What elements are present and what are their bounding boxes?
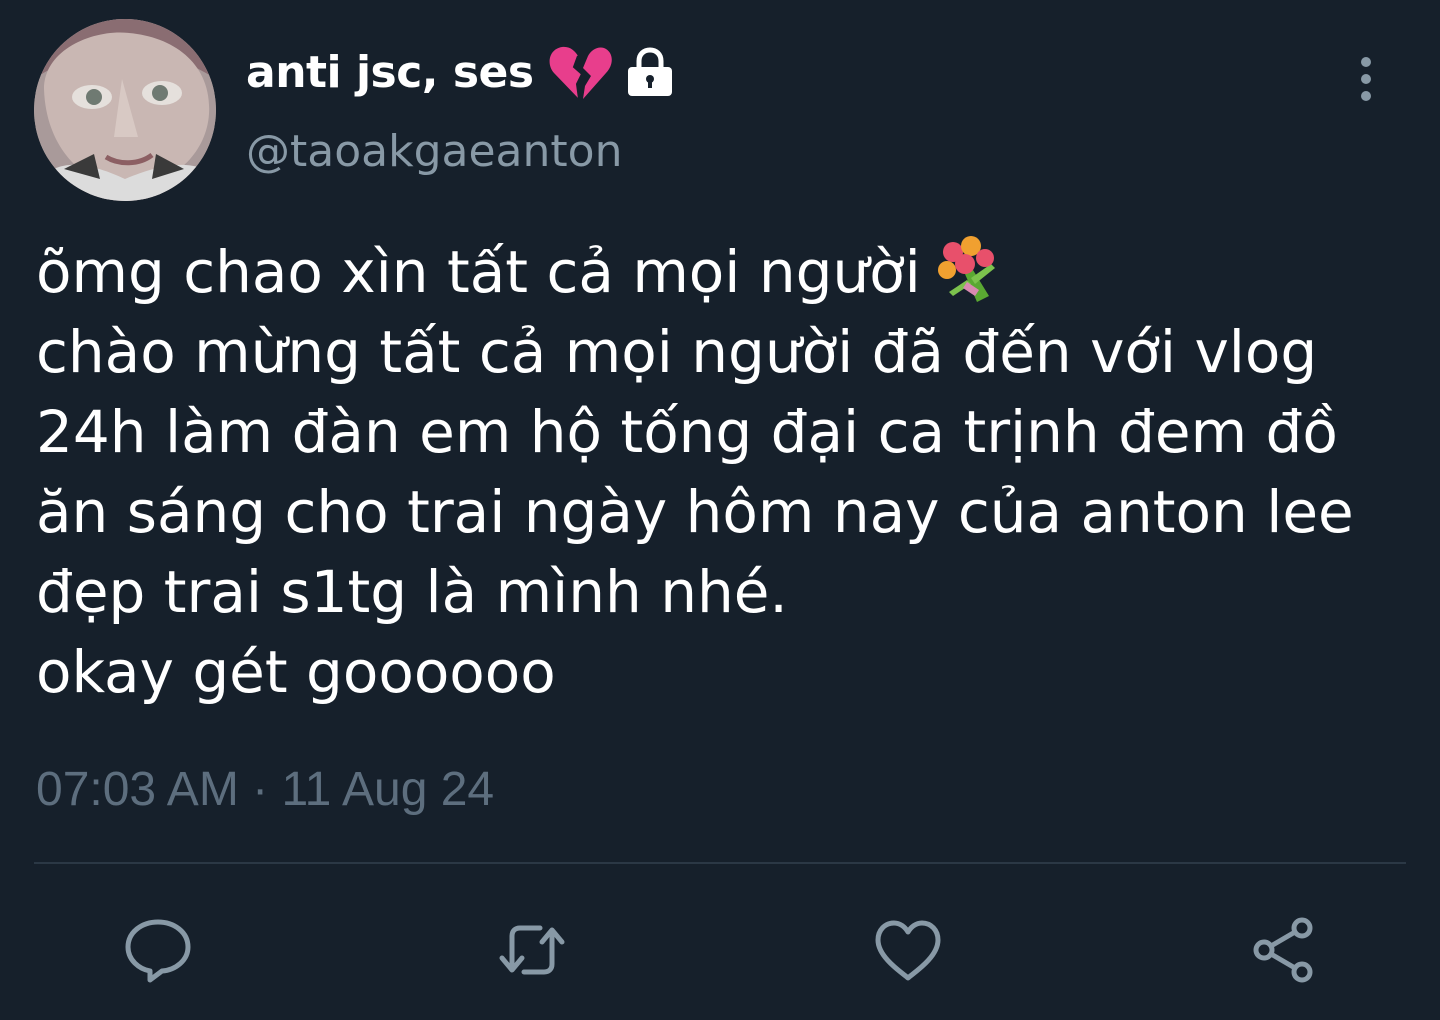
lock-icon [624, 46, 676, 98]
tweet-line: đẹp trai s1tg là mình nhé. [36, 558, 788, 626]
more-options-button[interactable] [1346, 52, 1386, 108]
reply-icon [125, 919, 191, 983]
display-name[interactable]: anti jsc, ses [246, 47, 534, 98]
divider [34, 862, 1406, 864]
tweet-line-text: õmg chao xìn tất cả mọi người [36, 238, 921, 306]
reply-button[interactable] [120, 912, 196, 988]
author-name-row[interactable]: anti jsc, ses [246, 40, 676, 104]
tweet-timestamp[interactable]: 07:03 AM · 11 Aug 24 [36, 762, 494, 817]
avatar-photo [34, 19, 216, 201]
broken-heart-icon [548, 43, 612, 101]
more-vertical-icon [1361, 57, 1371, 101]
retweet-icon [499, 925, 565, 975]
share-button[interactable] [1246, 912, 1322, 988]
retweet-button[interactable] [494, 912, 570, 988]
tweet-line: 24h làm đàn em hộ tống đại ca trịnh đem … [36, 398, 1338, 466]
tweet-line: ăn sáng cho trai ngày hôm nay của anton … [36, 478, 1354, 546]
author-handle[interactable]: @taoakgaeanton [246, 126, 622, 177]
tweet-line: õmg chao xìn tất cả mọi người [36, 232, 1426, 312]
bouquet-icon [931, 234, 1003, 306]
tweet-line: chào mừng tất cả mọi người đã đến với vl… [36, 318, 1318, 386]
like-button[interactable] [870, 912, 946, 988]
share-icon [1253, 917, 1313, 983]
heart-icon [875, 920, 941, 981]
tweet-line: okay gét goooooo [36, 638, 556, 706]
tweet-text: õmg chao xìn tất cả mọi người chào mừng … [36, 232, 1426, 712]
avatar[interactable] [34, 19, 216, 201]
